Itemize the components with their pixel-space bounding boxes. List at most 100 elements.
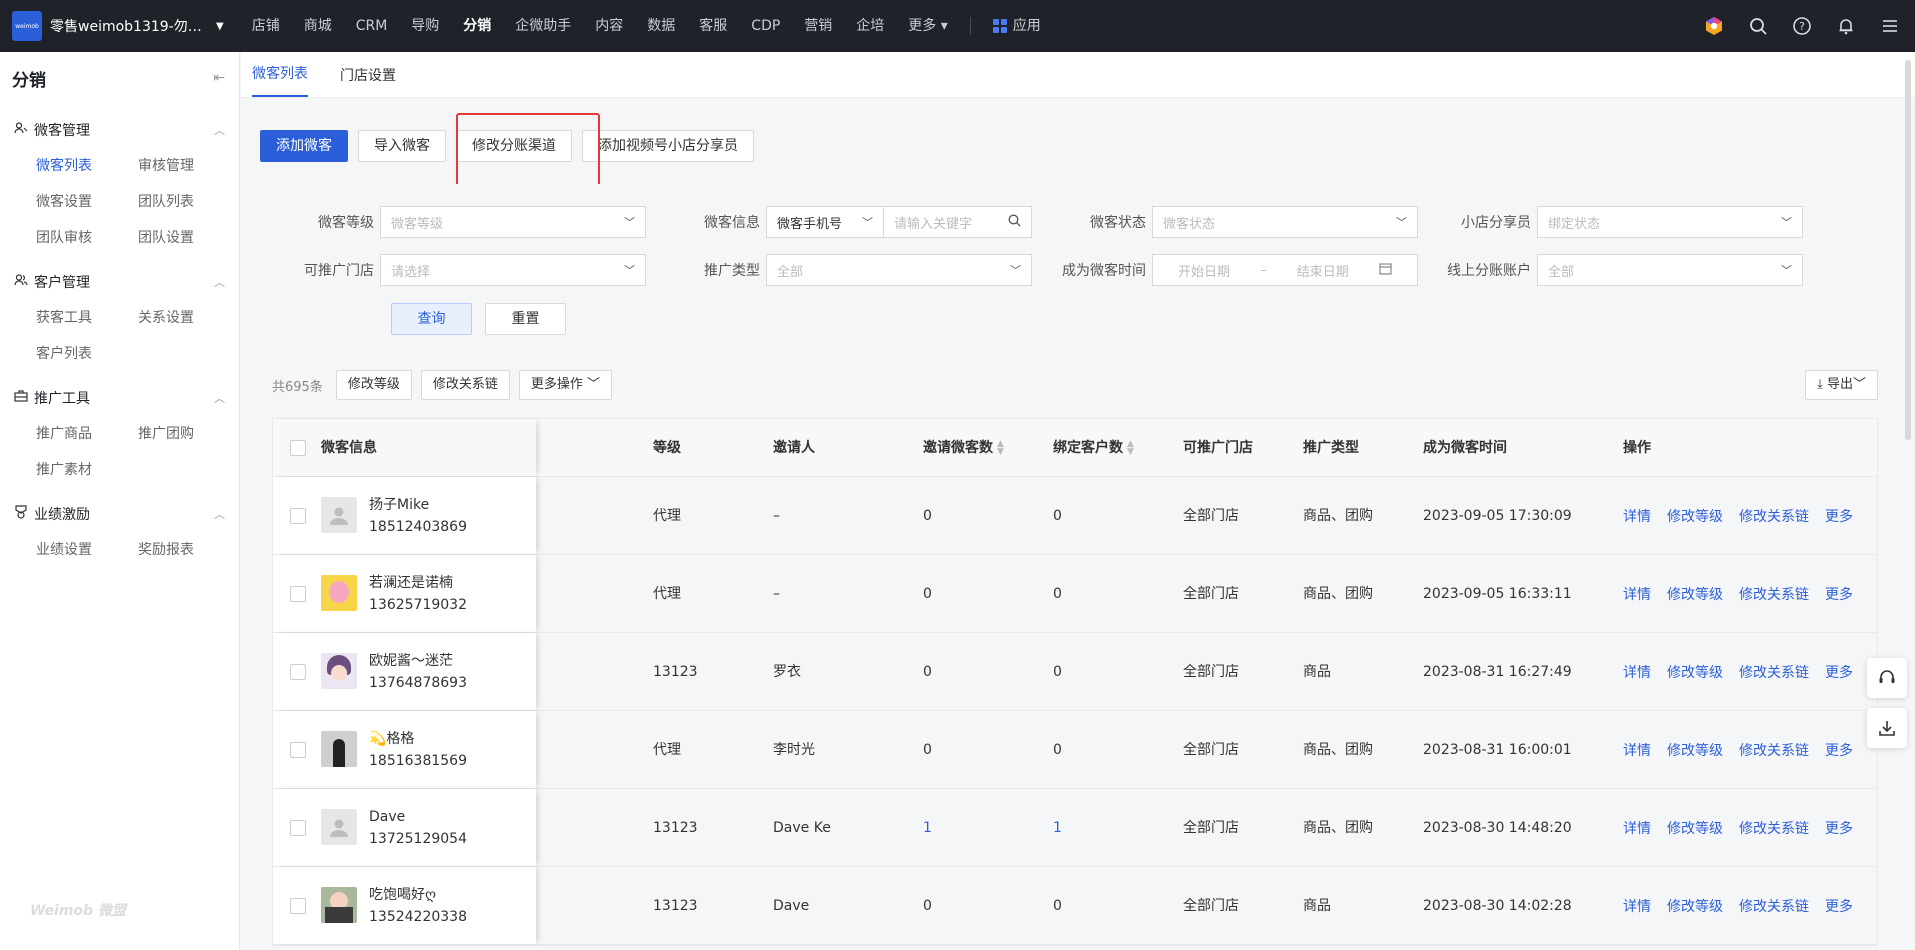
- customer-service-icon[interactable]: [1867, 658, 1907, 698]
- sidebar-item[interactable]: 审核管理: [138, 148, 240, 184]
- sidebar-group-header[interactable]: 微客管理 ︿: [0, 112, 239, 148]
- sidebar-item[interactable]: 推广素材: [36, 452, 138, 488]
- import-weike-button[interactable]: 导入微客: [358, 130, 446, 162]
- info-type-select[interactable]: 微客手机号 ﹀: [766, 206, 884, 238]
- modify-level-link[interactable]: 修改等级: [1667, 896, 1723, 916]
- sidebar-item[interactable]: 团队设置: [138, 220, 240, 256]
- nav-item-4[interactable]: 分销: [451, 0, 503, 52]
- tab-store-settings[interactable]: 门店设置: [340, 65, 396, 97]
- modify-relation-link[interactable]: 修改关系链: [1739, 896, 1809, 916]
- nav-item-0[interactable]: 店铺: [240, 0, 292, 52]
- download-icon[interactable]: [1867, 708, 1907, 748]
- tab-weike-list[interactable]: 微客列表: [252, 63, 308, 97]
- modify-relation-link[interactable]: 修改关系链: [1739, 818, 1809, 838]
- chevron-up-icon[interactable]: ︿: [214, 274, 225, 290]
- nav-item-9[interactable]: CDP: [739, 0, 792, 52]
- sidebar-item[interactable]: 推广商品: [36, 416, 138, 452]
- sidebar-item[interactable]: 推广团购: [138, 416, 240, 452]
- detail-link[interactable]: 详情: [1623, 740, 1651, 760]
- search-icon[interactable]: [1747, 15, 1769, 37]
- detail-link[interactable]: 详情: [1623, 506, 1651, 526]
- nav-apps[interactable]: 应用: [981, 0, 1053, 52]
- modify-relation-link[interactable]: 修改关系链: [1739, 584, 1809, 604]
- store-switch-caret-icon[interactable]: ▼: [216, 21, 224, 32]
- modify-relation-link[interactable]: 修改关系链: [1739, 662, 1809, 682]
- modify-level-link[interactable]: 修改等级: [1667, 506, 1723, 526]
- modify-level-button[interactable]: 修改等级: [335, 370, 412, 400]
- row-checkbox[interactable]: [290, 742, 306, 758]
- row-checkbox[interactable]: [290, 664, 306, 680]
- nav-item-7[interactable]: 数据: [635, 0, 687, 52]
- sidebar-item[interactable]: 奖励报表: [138, 532, 240, 568]
- cell-invite-count[interactable]: 1: [923, 789, 932, 867]
- sharer-select[interactable]: 绑定状态 ﹀: [1537, 206, 1803, 238]
- detail-link[interactable]: 详情: [1623, 662, 1651, 682]
- export-button[interactable]: ⤓ 导出﹀: [1805, 370, 1878, 400]
- add-weike-button[interactable]: 添加微客: [260, 130, 348, 162]
- menu-icon[interactable]: [1879, 15, 1901, 37]
- colorful-hexagon-icon[interactable]: [1703, 15, 1725, 37]
- store-select[interactable]: 请选择 ﹀: [380, 254, 646, 286]
- select-all-checkbox[interactable]: [290, 440, 306, 456]
- calendar-icon[interactable]: [1379, 262, 1392, 279]
- modify-level-link[interactable]: 修改等级: [1667, 662, 1723, 682]
- chevron-up-icon[interactable]: ︿: [214, 390, 225, 406]
- nav-item-3[interactable]: 导购: [399, 0, 451, 52]
- modify-relation-link[interactable]: 修改关系链: [1739, 740, 1809, 760]
- detail-link[interactable]: 详情: [1623, 818, 1651, 838]
- more-link[interactable]: 更多: [1825, 662, 1853, 682]
- keyword-input[interactable]: 请输入关键字: [884, 206, 1032, 238]
- more-link[interactable]: 更多: [1825, 818, 1853, 838]
- status-select[interactable]: 微客状态 ﹀: [1152, 206, 1418, 238]
- sidebar-group-header[interactable]: 客户管理 ︿: [0, 264, 239, 300]
- row-checkbox[interactable]: [290, 508, 306, 524]
- row-checkbox[interactable]: [290, 898, 306, 914]
- sidebar-item[interactable]: 团队列表: [138, 184, 240, 220]
- sidebar-item[interactable]: 业绩设置: [36, 532, 138, 568]
- start-date[interactable]: 开始日期: [1178, 261, 1230, 280]
- modify-relation-link[interactable]: 修改关系链: [1739, 506, 1809, 526]
- add-video-shop-sharer-button[interactable]: 添加视频号小店分享员: [582, 130, 754, 162]
- sort-icon[interactable]: ▲ ▼: [997, 440, 1004, 457]
- help-icon[interactable]: ?: [1791, 15, 1813, 37]
- sidebar-item[interactable]: 微客列表: [36, 148, 138, 184]
- more-link[interactable]: 更多: [1825, 506, 1853, 526]
- nav-item-11[interactable]: 企培: [844, 0, 896, 52]
- date-range-picker[interactable]: 开始日期 – 结束日期: [1152, 254, 1418, 286]
- detail-link[interactable]: 详情: [1623, 896, 1651, 916]
- nav-item-6[interactable]: 内容: [583, 0, 635, 52]
- more-link[interactable]: 更多: [1825, 896, 1853, 916]
- sidebar-group-header[interactable]: 业绩激励 ︿: [0, 496, 239, 532]
- modify-level-link[interactable]: 修改等级: [1667, 818, 1723, 838]
- modify-level-link[interactable]: 修改等级: [1667, 740, 1723, 760]
- cell-bind-count[interactable]: 1: [1053, 789, 1062, 867]
- more-link[interactable]: 更多: [1825, 740, 1853, 760]
- sidebar-item[interactable]: 团队审核: [36, 220, 138, 256]
- sidebar-item[interactable]: 关系设置: [138, 300, 240, 336]
- nav-item-1[interactable]: 商城: [292, 0, 344, 52]
- store-name[interactable]: 零售weimob1319-勿用...: [50, 16, 210, 36]
- end-date[interactable]: 结束日期: [1297, 261, 1349, 280]
- sort-icon[interactable]: ▲ ▼: [1127, 440, 1134, 457]
- more-ops-button[interactable]: 更多操作 ﹀: [518, 370, 613, 400]
- more-link[interactable]: 更多: [1825, 584, 1853, 604]
- store-logo[interactable]: weimob: [12, 11, 42, 41]
- collapse-sidebar-icon[interactable]: ⇤: [213, 70, 225, 86]
- bell-icon[interactable]: [1835, 15, 1857, 37]
- row-checkbox[interactable]: [290, 820, 306, 836]
- level-select[interactable]: 微客等级 ﹀: [380, 206, 646, 238]
- query-button[interactable]: 查询: [391, 303, 472, 335]
- nav-more[interactable]: 更多 ▾: [896, 0, 959, 52]
- reset-button[interactable]: 重置: [485, 303, 566, 335]
- col-bind-count[interactable]: 绑定客户数 ▲ ▼: [1053, 419, 1134, 477]
- chevron-up-icon[interactable]: ︿: [214, 122, 225, 138]
- nav-item-10[interactable]: 营销: [792, 0, 844, 52]
- row-checkbox[interactable]: [290, 586, 306, 602]
- nav-item-2[interactable]: CRM: [344, 0, 400, 52]
- promo-select[interactable]: 全部 ﹀: [766, 254, 1032, 286]
- modify-relation-button[interactable]: 修改关系链: [420, 370, 510, 400]
- sidebar-item[interactable]: 获客工具: [36, 300, 138, 336]
- sidebar-item[interactable]: 微客设置: [36, 184, 138, 220]
- page-scrollbar[interactable]: [1905, 60, 1911, 440]
- chevron-up-icon[interactable]: ︿: [214, 506, 225, 522]
